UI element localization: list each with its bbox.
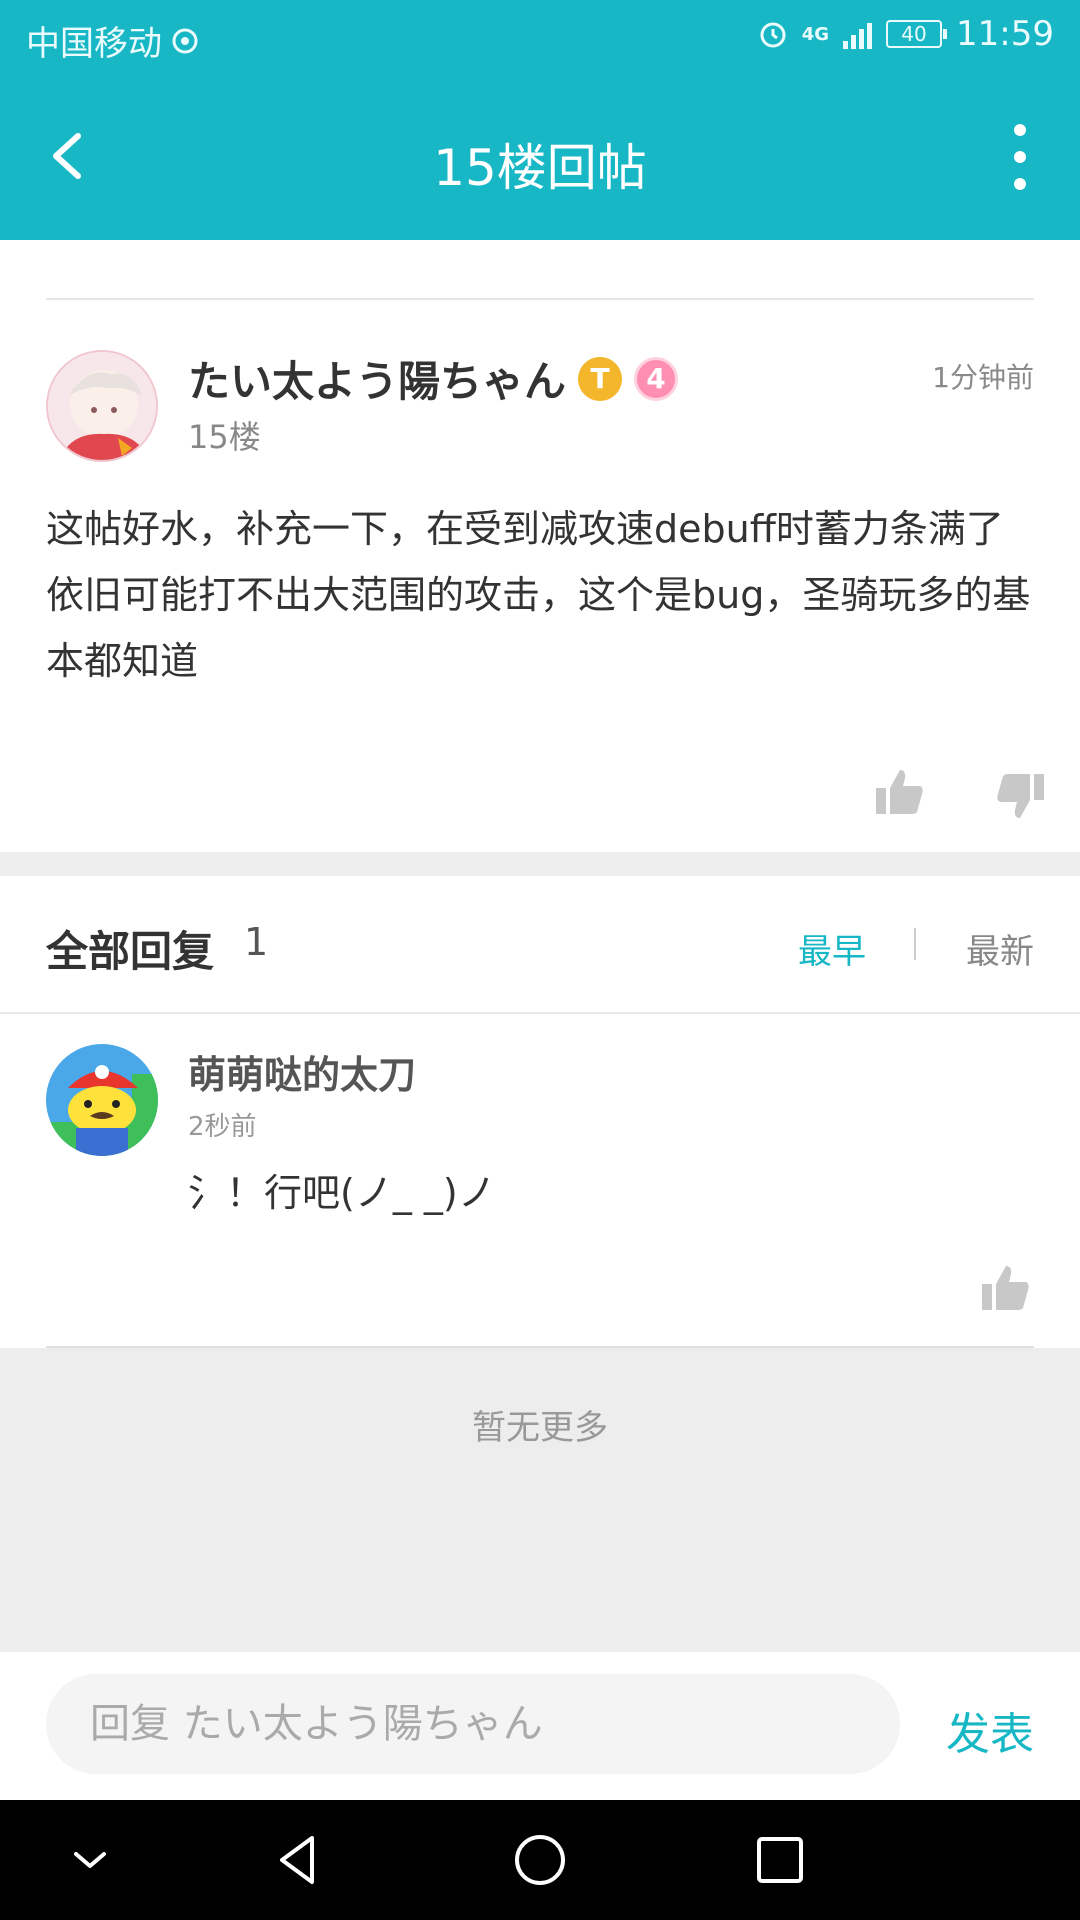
replies-label: 全部回复 bbox=[46, 927, 215, 976]
alarm-icon bbox=[760, 22, 786, 48]
sort-latest-button[interactable]: 最新 bbox=[966, 924, 1034, 973]
clock: 11:59 bbox=[956, 14, 1054, 54]
reply-text: 氵！行吧(ノ_ _)ノ bbox=[188, 1171, 496, 1215]
author-name: たい太よう陽ちゃん bbox=[188, 357, 567, 406]
post-author[interactable]: たい太よう陽ちゃん T 4 bbox=[188, 348, 679, 409]
sort-earliest-button[interactable]: 最早 bbox=[798, 924, 866, 973]
replies-count: 1 bbox=[244, 920, 269, 964]
avatar[interactable] bbox=[46, 350, 158, 462]
carrier-info: 中国移动 bbox=[26, 16, 200, 65]
list-footer: 暂无更多 bbox=[0, 1348, 1080, 1652]
network-type: 4G bbox=[801, 23, 830, 45]
thumbs-up-icon[interactable] bbox=[980, 1262, 1032, 1314]
send-button[interactable]: 发表 bbox=[946, 1698, 1034, 1762]
thumbs-up-icon[interactable] bbox=[874, 766, 926, 818]
post-time: 1分钟前 bbox=[932, 361, 1034, 394]
nav-back-icon[interactable] bbox=[270, 1830, 330, 1890]
hide-keyboard-icon[interactable] bbox=[60, 1830, 120, 1890]
post-content: 这帖好水，补充一下，在受到减攻速debuff时蓄力条满了依旧可能打不出大范围的攻… bbox=[46, 507, 1031, 683]
status-right: 4G 40 11:59 bbox=[758, 14, 1054, 54]
title-badge-icon: T bbox=[578, 356, 623, 401]
no-more-label: 暂无更多 bbox=[472, 1408, 608, 1448]
battery-level: 40 bbox=[901, 22, 927, 46]
thumbs-down-icon[interactable] bbox=[994, 770, 1046, 822]
battery-icon: 40 bbox=[886, 20, 948, 48]
replies-header: 全部回复 1 最早 最新 bbox=[0, 876, 1080, 1014]
page-title: 15楼回帖 bbox=[433, 139, 647, 197]
carrier-name: 中国移动 bbox=[26, 24, 162, 64]
nav-recents-icon[interactable] bbox=[750, 1830, 810, 1890]
system-nav-bar bbox=[0, 1800, 1080, 1920]
floor-number: 15楼 bbox=[188, 418, 261, 456]
list-item: 萌萌哒的太刀 2秒前 氵！行吧(ノ_ _)ノ bbox=[0, 1014, 1080, 1348]
nav-home-icon[interactable] bbox=[510, 1830, 570, 1890]
hotspot-icon bbox=[172, 28, 198, 53]
sort-divider bbox=[914, 928, 916, 960]
app-bar: 15楼回帖 bbox=[0, 76, 1080, 240]
status-bar: 中国移动 4G 40 11:59 bbox=[0, 0, 1080, 76]
section-gap bbox=[0, 852, 1080, 876]
reply-time: 2秒前 bbox=[188, 1112, 257, 1142]
reply-author[interactable]: 萌萌哒的太刀 bbox=[188, 1044, 416, 1099]
reply-input[interactable] bbox=[46, 1674, 900, 1774]
level-badge: 4 bbox=[634, 356, 679, 401]
floor-post: たい太よう陽ちゃん T 4 1分钟前 15楼 这帖好水，补充一下，在受到减攻速d… bbox=[0, 300, 1080, 852]
reply-composer: 发表 bbox=[0, 1652, 1080, 1800]
signal-icon bbox=[843, 19, 873, 49]
more-vertical-icon[interactable] bbox=[1000, 124, 1040, 190]
avatar[interactable] bbox=[46, 1044, 158, 1156]
